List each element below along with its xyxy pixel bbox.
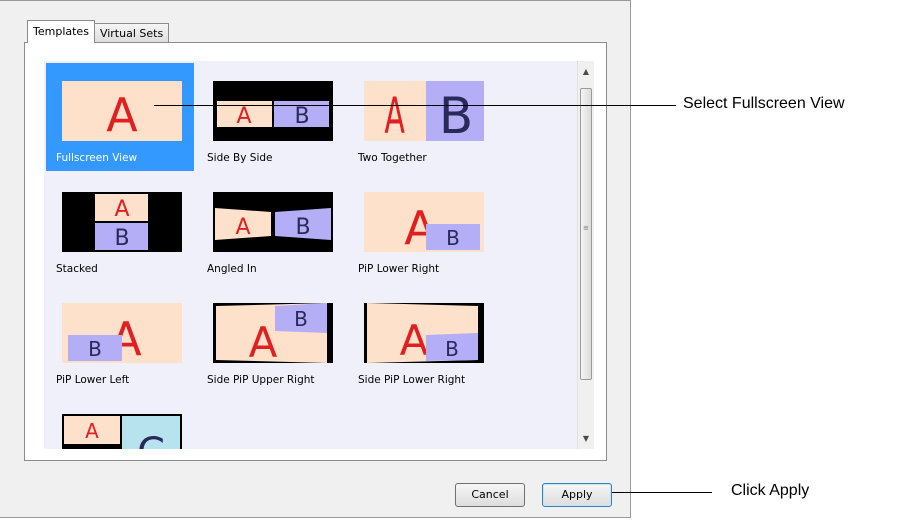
side-pip-lower-right-thumbnail: A B xyxy=(364,303,484,363)
svg-text:A: A xyxy=(384,87,405,141)
template-label: Side By Side xyxy=(207,152,273,164)
tab-templates[interactable]: Templates xyxy=(27,20,95,43)
two-together-thumbnail: A B xyxy=(364,81,484,141)
svg-text:C: C xyxy=(137,430,165,449)
svg-text:A: A xyxy=(85,419,99,443)
template-side-pip-lower-right[interactable]: A B Side PiP Lower Right xyxy=(348,285,496,393)
template-label: PiP Lower Right xyxy=(358,263,440,275)
select-callout-line xyxy=(154,105,676,106)
cancel-button[interactable]: Cancel xyxy=(455,483,525,507)
pip-lower-right-thumbnail: A B xyxy=(364,192,484,252)
svg-text:B: B xyxy=(439,87,473,141)
svg-text:B: B xyxy=(88,337,102,361)
template-fullscreen-view[interactable]: A Fullscreen View xyxy=(46,63,194,171)
partial-thumbnail: A C xyxy=(62,414,182,449)
svg-text:B: B xyxy=(294,307,308,331)
svg-text:B: B xyxy=(295,215,310,240)
fullscreen-view-thumbnail: A xyxy=(62,81,182,141)
svg-text:B: B xyxy=(114,226,129,251)
svg-text:B: B xyxy=(294,104,309,129)
select-callout-text: Select Fullscreen View xyxy=(683,95,845,112)
side-pip-upper-right-thumbnail: A B xyxy=(213,303,333,363)
svg-text:A: A xyxy=(114,197,129,222)
template-pip-lower-right[interactable]: A B PiP Lower Right xyxy=(348,174,496,282)
template-two-together[interactable]: A B Two Together xyxy=(348,63,496,171)
template-label: Stacked xyxy=(56,263,98,275)
svg-text:A: A xyxy=(249,318,278,363)
template-side-by-side[interactable]: A B Side By Side xyxy=(197,63,345,171)
apply-callout-line xyxy=(612,492,712,493)
apply-callout-text: Click Apply xyxy=(731,482,810,499)
pip-lower-left-thumbnail: A B xyxy=(62,303,182,363)
scroll-up-arrow-icon[interactable]: ▲ xyxy=(578,63,594,80)
template-label: Two Together xyxy=(358,152,427,164)
template-label: Angled In xyxy=(207,263,257,275)
template-label: Side PiP Upper Right xyxy=(207,374,315,386)
template-partial[interactable]: A C xyxy=(46,396,194,449)
angled-in-thumbnail: A B xyxy=(213,192,333,252)
scrollbar-thumb[interactable]: ≡ xyxy=(580,88,592,380)
svg-text:A: A xyxy=(400,316,429,363)
tab-bar: Templates Virtual Sets xyxy=(27,19,170,43)
apply-button[interactable]: Apply xyxy=(542,483,612,507)
template-label: Side PiP Lower Right xyxy=(358,374,466,386)
template-stacked[interactable]: A B Stacked xyxy=(46,174,194,282)
svg-text:A: A xyxy=(236,104,251,129)
gallery-scrollbar[interactable]: ▲ ≡ ▼ xyxy=(577,61,594,449)
tab-virtual-sets[interactable]: Virtual Sets xyxy=(93,23,170,43)
template-label: Fullscreen View xyxy=(56,152,138,164)
svg-text:A: A xyxy=(106,88,138,141)
grip-icon: ≡ xyxy=(583,224,589,232)
templates-dialog: Templates Virtual Sets A Fullscreen View… xyxy=(0,0,631,518)
svg-text:B: B xyxy=(446,226,460,250)
svg-text:A: A xyxy=(235,215,250,240)
template-gallery: A Fullscreen View A B Side By Side A B T… xyxy=(44,61,577,449)
template-label: PiP Lower Left xyxy=(56,374,130,386)
template-pip-lower-left[interactable]: A B PiP Lower Left xyxy=(46,285,194,393)
stacked-thumbnail: A B xyxy=(62,192,182,252)
scroll-down-arrow-icon[interactable]: ▼ xyxy=(578,430,594,447)
side-by-side-thumbnail: A B xyxy=(213,81,333,141)
template-angled-in[interactable]: A B Angled In xyxy=(197,174,345,282)
template-side-pip-upper-right[interactable]: A B Side PiP Upper Right xyxy=(197,285,345,393)
svg-text:B: B xyxy=(445,337,459,361)
